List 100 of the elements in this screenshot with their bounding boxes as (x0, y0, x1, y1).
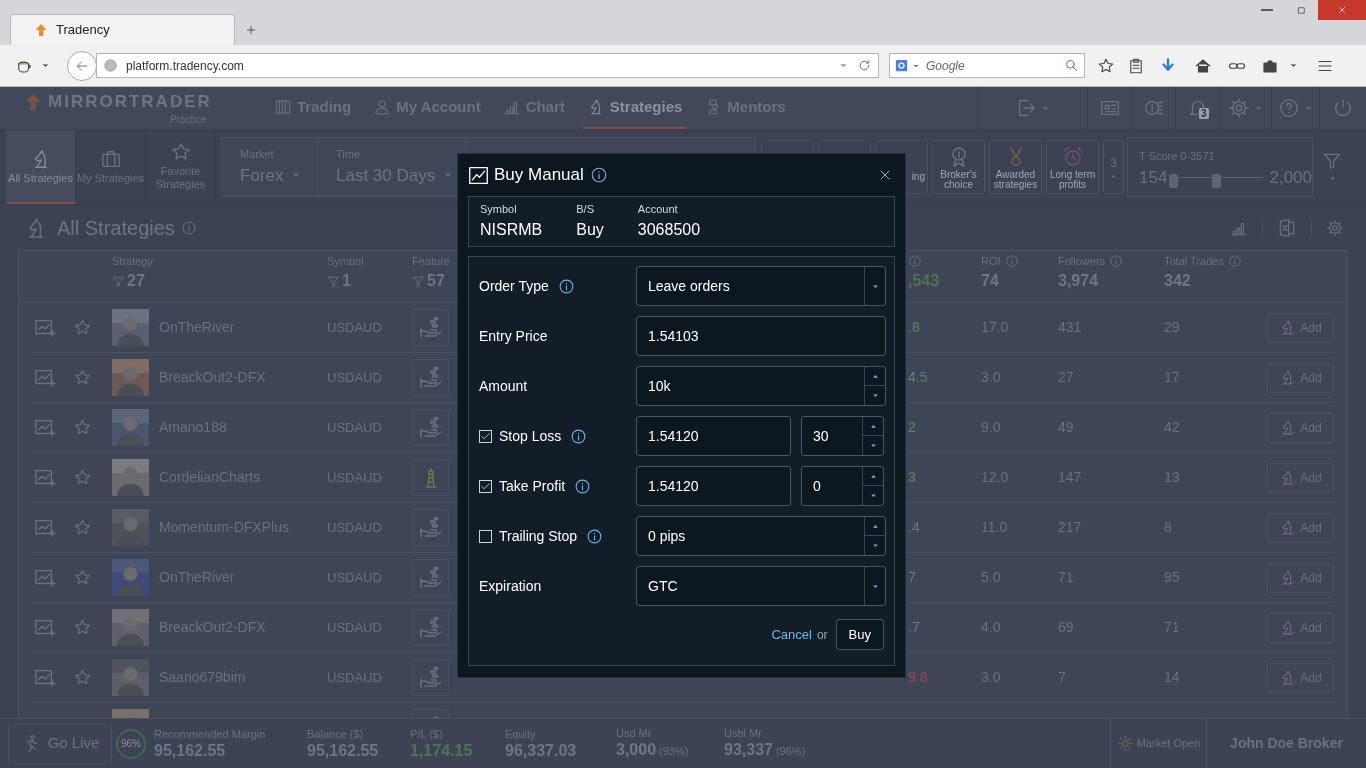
filter-icon[interactable] (327, 274, 340, 288)
table-cell: 9.8 (908, 669, 928, 685)
info-icon[interactable] (557, 277, 575, 295)
search-icon[interactable] (1064, 58, 1079, 73)
arrow-logo-icon (33, 22, 49, 38)
star-icon (169, 141, 192, 163)
info-icon[interactable] (574, 477, 592, 495)
hand-icon (418, 665, 443, 690)
input-field[interactable]: 1.54120 (636, 466, 791, 506)
dialog-title: Buy Manual (494, 164, 584, 187)
buy-button[interactable]: Buy (835, 619, 884, 650)
feature-badge[interactable] (412, 609, 449, 646)
hand-icon (418, 515, 443, 540)
filter-icon[interactable] (412, 274, 425, 288)
star-icon[interactable] (73, 318, 92, 337)
field-label: Amount (479, 376, 528, 396)
nav-tab[interactable]: Strategies (582, 87, 687, 129)
table-cell: 2 (908, 419, 916, 435)
summary-label: Symbol (480, 202, 518, 218)
table-cell: 7 (908, 569, 916, 585)
number-field[interactable]: 0 (801, 466, 884, 506)
badge-button[interactable]: Long term profits (1046, 140, 1099, 194)
hand-icon (418, 315, 443, 340)
select-field[interactable]: GTC (636, 566, 886, 606)
number-field[interactable]: 0 pips (636, 516, 886, 556)
bell-button[interactable]: 3 (1175, 87, 1219, 129)
tab-title: Tradency (56, 21, 110, 40)
badge-button[interactable]: Broker's choice (932, 140, 985, 194)
hand-icon (418, 415, 443, 440)
address-field[interactable]: platform.tradency.com (96, 53, 879, 78)
check-icon (480, 430, 491, 442)
range-handle[interactable] (1169, 173, 1179, 188)
gear-icon[interactable] (1326, 218, 1344, 237)
feature-badge[interactable] (412, 659, 449, 696)
filter-icon[interactable] (112, 274, 125, 288)
feature-badge[interactable] (412, 459, 449, 496)
number-field[interactable]: 30 (801, 416, 884, 456)
down-icon (868, 491, 878, 500)
cancel-link[interactable]: Cancel (771, 624, 812, 645)
number-field[interactable]: 10k (636, 366, 886, 406)
notification-badge: 3 (1199, 108, 1209, 119)
clipboard-icon[interactable] (1127, 56, 1145, 75)
feature-badge[interactable] (412, 409, 449, 446)
star-icon[interactable] (73, 568, 92, 587)
select-field[interactable]: Leave orders (636, 266, 886, 306)
table-cell: .4 (908, 519, 920, 535)
table-cell: .7 (908, 619, 920, 635)
checkbox[interactable] (479, 429, 492, 443)
account-icon (373, 98, 392, 116)
view-tab[interactable]: All Strategies (6, 130, 76, 204)
checkbox[interactable] (479, 529, 492, 543)
search-engine-icon (894, 58, 909, 73)
feature-badge[interactable] (412, 309, 449, 346)
field-label: Expiration (479, 576, 542, 596)
summary-label: Account (637, 202, 679, 218)
help-icon (1278, 97, 1300, 119)
reload-icon[interactable] (857, 58, 872, 73)
spreadsheet-icon[interactable] (1277, 217, 1297, 238)
down-icon (870, 391, 880, 400)
back-button[interactable] (67, 50, 97, 81)
input-field[interactable]: 1.54120 (636, 416, 791, 456)
maximize-icon (1295, 4, 1307, 16)
feature-badge[interactable] (412, 359, 449, 396)
star-icon[interactable] (73, 618, 92, 637)
summary-value: NISRMB (480, 219, 543, 240)
filter-icon (1322, 151, 1342, 171)
url-text: platform.tradency.com (126, 57, 245, 75)
caret-icon[interactable] (1289, 61, 1298, 70)
info-icon[interactable] (570, 427, 588, 445)
star-icon[interactable] (73, 418, 92, 437)
range-handle[interactable] (1212, 173, 1222, 188)
bookmark-star-icon[interactable] (1097, 56, 1115, 75)
star-icon[interactable] (73, 468, 92, 487)
badge-button[interactable]: Awarded strategies (989, 140, 1042, 194)
star-icon[interactable] (73, 368, 92, 387)
star-icon[interactable] (73, 518, 92, 537)
feature-badge[interactable] (412, 559, 449, 596)
field-label: Order Type (479, 276, 549, 296)
hand-icon (418, 615, 443, 640)
down-icon (868, 441, 878, 450)
search-field[interactable]: Google (889, 53, 1085, 78)
summary-value: 3068500 (637, 219, 701, 240)
trading-icon (274, 98, 292, 116)
table-cell: .8 (908, 319, 920, 335)
checkbox[interactable] (479, 479, 492, 493)
star-icon[interactable] (73, 668, 92, 687)
summary-value: Buy (576, 219, 604, 240)
caret-icon (41, 61, 50, 70)
input-field[interactable]: 1.54103 (636, 316, 886, 356)
browser-tab[interactable]: Tradency (10, 14, 235, 45)
down-icon (870, 541, 880, 550)
new-tab-icon[interactable] (244, 23, 258, 37)
info-icon[interactable] (589, 166, 608, 184)
field-label: Entry Price (479, 326, 548, 346)
caret-icon (1327, 174, 1337, 183)
feature-badge[interactable] (412, 509, 449, 546)
minimize-icon (1261, 9, 1273, 11)
info-icon[interactable] (586, 527, 604, 545)
hand-icon (418, 365, 443, 390)
field-label: Stop Loss (499, 426, 562, 446)
